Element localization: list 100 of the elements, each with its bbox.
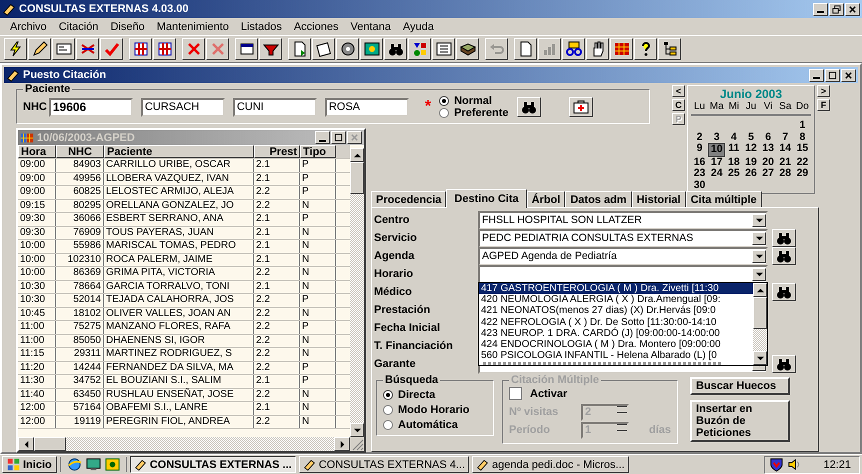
scrollbar[interactable] (753, 283, 767, 365)
scroll-down-button[interactable] (350, 423, 364, 437)
toolbar-button[interactable] (28, 38, 51, 60)
calendar-day[interactable]: 15 (794, 143, 811, 156)
toolbar-button[interactable] (658, 38, 681, 60)
maximize-button[interactable] (331, 131, 346, 144)
dropdown[interactable]: FHSLL HOSPITAL SON LLATZER (478, 210, 768, 230)
radio-option[interactable]: Modo Horario (383, 404, 487, 416)
menu-item[interactable]: Archivo (4, 20, 53, 32)
resize-grip[interactable] (350, 437, 364, 451)
minimize-button[interactable] (809, 68, 824, 82)
menu-item[interactable]: Ventana (344, 20, 397, 32)
toolbar-button[interactable] (408, 38, 431, 60)
first-aid-button[interactable] (568, 97, 592, 117)
radio-option[interactable]: Directa (383, 389, 487, 401)
toolbar-button[interactable] (182, 38, 205, 60)
dropdown-option[interactable]: 423 NEUROP. 1 DRA. CARDÓ (J) [09:00:00-14:00:00 (479, 328, 753, 339)
menu-item[interactable]: Listados (234, 20, 288, 32)
toolbar-button[interactable] (514, 38, 537, 60)
restore-button[interactable] (829, 2, 844, 16)
nhc-field[interactable]: 19606 (48, 98, 133, 116)
calendar-day[interactable]: 19 (742, 156, 760, 168)
column-header[interactable]: Prest (254, 145, 300, 158)
dropdown-option[interactable]: 420 NEUMOLOGIA ALERGIA ( X ) Dra.Amengual [09: (479, 294, 753, 306)
minimize-button[interactable] (813, 2, 828, 16)
tab[interactable]: Datos adm (565, 191, 632, 207)
calendar-day[interactable]: 6 (760, 132, 777, 143)
calendar-day[interactable]: 13 (760, 143, 777, 156)
toolbar-button[interactable] (288, 38, 311, 60)
taskbar-button[interactable]: CONSULTAS EXTERNAS 4... (298, 456, 470, 473)
dropdown-option[interactable]: 417 GASTROENTEROLOGIA ( M ) Dra. Zivetti [11:30 (479, 283, 753, 294)
dropdown-option[interactable]: 424 ENDOCRINOLOGIA ( M ) Dra. Montero [09:00:00 (479, 338, 753, 350)
toolbar-button[interactable] (336, 38, 359, 60)
calendar-day[interactable]: 14 (776, 143, 794, 156)
scroll-thumb[interactable] (34, 437, 66, 451)
minimize-button[interactable] (315, 131, 330, 144)
menu-item[interactable]: Diseño (104, 20, 151, 32)
toolbar-button[interactable] (586, 38, 609, 60)
calendar-day[interactable]: 24 (708, 168, 726, 180)
dropdown[interactable]: AGPED Agenda de Pediatría (478, 246, 768, 266)
menu-item[interactable]: Acciones (288, 20, 344, 32)
column-header[interactable]: NHC (56, 145, 104, 158)
calendar-day[interactable]: 9 (691, 143, 708, 156)
calendar-day[interactable]: 5 (742, 132, 760, 143)
search-button[interactable] (772, 355, 796, 373)
toolbar-button[interactable] (610, 38, 633, 60)
action-button[interactable]: Insertar en Buzón de Peticiones (690, 400, 790, 442)
maximize-button[interactable] (825, 68, 840, 82)
desktop-icon[interactable] (86, 457, 101, 472)
calendar-day[interactable]: 1 (794, 120, 811, 132)
dropdown-option[interactable]: 560 PSICOLOGIA INFANTIL - Helena Albarado (L) [0 (479, 350, 753, 362)
first-name-field[interactable]: ROSA (324, 98, 409, 116)
calendar-day[interactable]: 8 (794, 132, 811, 143)
calendar-day[interactable]: 3 (708, 132, 726, 143)
radio-option[interactable]: Normal (439, 95, 508, 107)
tab[interactable]: Árbol (526, 191, 566, 207)
calendar-day[interactable]: 17 (708, 156, 726, 168)
close-button[interactable] (347, 131, 362, 144)
calendar-day[interactable]: 10 (708, 143, 726, 156)
calendar-day[interactable]: 30 (691, 180, 708, 191)
media-icon[interactable] (104, 457, 120, 472)
search-button[interactable] (516, 97, 540, 117)
toolbar-button[interactable] (52, 38, 75, 60)
search-button[interactable] (772, 283, 796, 301)
toolbar-button[interactable] (312, 38, 335, 60)
toolbar-button[interactable] (634, 38, 657, 60)
calendar-day[interactable]: 26 (742, 168, 760, 180)
scroll-down-button[interactable] (753, 351, 767, 365)
calendar-day[interactable]: 2 (691, 132, 708, 143)
calendar-nav-button[interactable]: C (672, 99, 685, 111)
close-button[interactable] (841, 68, 856, 82)
calendar-day[interactable]: 29 (794, 168, 811, 180)
toolbar-button[interactable] (259, 38, 282, 60)
toolbar-button[interactable] (153, 38, 176, 60)
calendar-day[interactable]: 4 (725, 132, 742, 143)
calendar-nav-button[interactable]: > (817, 85, 830, 97)
calendar-day[interactable]: 28 (776, 168, 794, 180)
menu-item[interactable]: Ayuda (396, 20, 440, 32)
taskbar-button[interactable]: CONSULTAS EXTERNAS ... (130, 456, 296, 473)
close-button[interactable] (845, 2, 860, 16)
scroll-thumb[interactable] (350, 162, 364, 194)
surname-field[interactable]: CURSACH (140, 98, 225, 116)
calendar-day[interactable]: 21 (776, 156, 794, 168)
radio-option[interactable]: Preferente (439, 107, 508, 119)
scrollbar[interactable] (350, 148, 364, 437)
calendar-day[interactable]: 18 (725, 156, 742, 168)
search-button[interactable] (772, 247, 796, 265)
calendar-day[interactable]: 20 (760, 156, 777, 168)
scroll-right-button[interactable] (334, 437, 350, 451)
menu-item[interactable]: Mantenimiento (150, 20, 235, 32)
calendar-day[interactable]: 23 (691, 168, 708, 180)
column-header[interactable]: Tipo (300, 145, 336, 158)
calendar-nav-button[interactable]: F (817, 99, 830, 111)
calendar-day[interactable]: 7 (776, 132, 794, 143)
shield-icon[interactable] (769, 457, 784, 472)
toolbar-button[interactable] (100, 38, 123, 60)
calendar-day[interactable]: 22 (794, 156, 811, 168)
calendar-day[interactable]: 25 (725, 168, 742, 180)
action-button[interactable]: Buscar Huecos (690, 377, 790, 396)
menu-item[interactable]: Citación (52, 20, 104, 32)
